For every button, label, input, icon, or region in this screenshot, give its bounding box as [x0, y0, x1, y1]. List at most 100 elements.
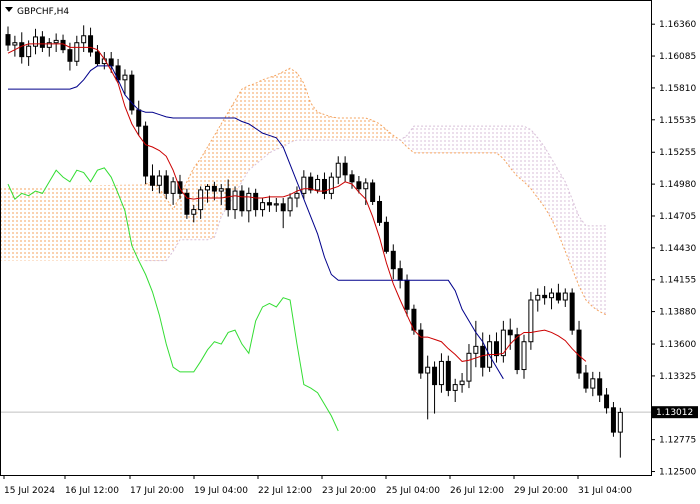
y-tick-label: 1.14705 — [659, 212, 696, 222]
cloud-segment — [235, 89, 242, 194]
candle-body — [514, 334, 520, 371]
y-tick-label: 1.15810 — [659, 84, 696, 94]
candle-body — [253, 192, 259, 211]
cloud-segment — [338, 118, 346, 141]
x-tick-label: 23 Jul 20:00 — [322, 486, 376, 496]
candle-body — [170, 181, 176, 194]
cloud-segment — [475, 126, 483, 153]
candle-body — [108, 58, 114, 67]
candle-body — [149, 175, 155, 186]
candle-body — [191, 209, 197, 215]
candle-body — [39, 36, 45, 48]
candle-body — [597, 378, 603, 396]
candle-body — [493, 341, 499, 357]
candle-body — [377, 200, 383, 223]
time-axis: 15 Jul 2024 16 Jul 12:00 17 Jul 20:00 19 Ju… — [3, 475, 632, 496]
cloud-segment — [317, 112, 325, 141]
cloud-segment — [331, 116, 339, 141]
x-tick-label: 29 Jul 20:00 — [514, 486, 568, 496]
candle-body — [576, 329, 582, 374]
y-tick-label: 1.15255 — [659, 148, 696, 158]
candle-body — [507, 329, 513, 336]
cloud-segment — [482, 126, 490, 153]
cloud-segment — [1, 184, 146, 261]
y-tick-label: 1.16360 — [659, 20, 696, 30]
candle-body — [562, 292, 568, 301]
candle-body — [535, 294, 541, 301]
candle-body — [459, 380, 465, 386]
candle-body — [273, 203, 279, 206]
x-tick-label: 26 Jul 12:00 — [450, 486, 504, 496]
cloud-segment — [455, 126, 463, 153]
candle-body — [335, 162, 341, 178]
candle-body — [555, 292, 561, 301]
candle-body — [610, 407, 616, 433]
cloud-segment — [241, 85, 249, 182]
current-price-badge: 1.13012 — [652, 406, 698, 419]
y-tick-label: 1.12500 — [659, 468, 696, 478]
cloud-segment — [145, 181, 153, 261]
candle-body — [432, 366, 438, 386]
y-tick-label: 1.13325 — [659, 372, 696, 382]
cloud-segment — [441, 126, 449, 153]
y-tick-label: 1.16085 — [659, 52, 696, 62]
candle-body — [5, 34, 11, 46]
candle-body — [583, 372, 589, 389]
candle-body — [480, 345, 486, 368]
candle-body — [438, 360, 444, 386]
candle-body — [466, 352, 472, 382]
candle-body — [445, 360, 451, 391]
y-tick-label: 1.13600 — [659, 340, 696, 350]
x-tick-label: 15 Jul 2024 — [4, 486, 55, 496]
candle-body — [294, 192, 300, 199]
cloud-segment — [255, 79, 263, 165]
candle-body — [53, 39, 59, 44]
candle-body — [198, 189, 204, 211]
candle-body — [397, 268, 403, 281]
candle-body — [473, 345, 479, 354]
cloud-segment — [592, 225, 600, 312]
y-tick-label: 1.14155 — [659, 276, 696, 286]
current-price-value: 1.13012 — [656, 408, 693, 418]
candle-body — [604, 394, 610, 409]
candle-body — [33, 36, 39, 47]
candle-body — [363, 182, 369, 190]
candle-body — [528, 299, 534, 343]
cloud-segment — [530, 129, 538, 199]
candle-body — [225, 188, 231, 211]
cloud-segment — [324, 114, 332, 141]
x-tick-label: 19 Jul 04:00 — [194, 486, 248, 496]
cloud-segment — [448, 126, 456, 153]
x-tick-label: 22 Jul 12:00 — [258, 486, 312, 496]
candle-body — [404, 279, 410, 310]
candle-body — [74, 42, 80, 62]
candle-body — [549, 292, 555, 299]
x-tick-label: 16 Jul 12:00 — [65, 486, 119, 496]
candle-body — [218, 188, 224, 192]
cloud-segment — [276, 71, 284, 150]
candle-body — [81, 35, 87, 44]
candle-body — [239, 190, 245, 212]
cloud-segment — [296, 72, 304, 141]
candle-body — [287, 197, 293, 212]
candle-body — [328, 176, 334, 194]
candle-body — [260, 202, 266, 211]
cloud-segment — [579, 216, 586, 301]
cloud-segment — [290, 68, 297, 143]
candle-body — [19, 42, 25, 58]
candle-body — [370, 182, 376, 202]
candle-body — [12, 42, 18, 46]
y-tick-label: 1.14980 — [659, 180, 696, 190]
candle-body — [246, 192, 252, 212]
cloud-segment — [427, 126, 435, 153]
y-tick-label: 1.12775 — [659, 436, 696, 446]
x-tick-label: 31 Jul 04:00 — [578, 486, 632, 496]
candle-body — [617, 411, 623, 433]
candle-body — [425, 366, 431, 374]
cloud-segment — [585, 225, 593, 307]
cloud-segment — [262, 77, 270, 159]
chart-root: 1.16360 1.16085 1.15810 1.15535 1.15255 1.149… — [0, 0, 700, 500]
cloud-segment — [537, 137, 545, 208]
cloud-segment — [358, 118, 366, 141]
cloud-segment — [365, 118, 373, 141]
